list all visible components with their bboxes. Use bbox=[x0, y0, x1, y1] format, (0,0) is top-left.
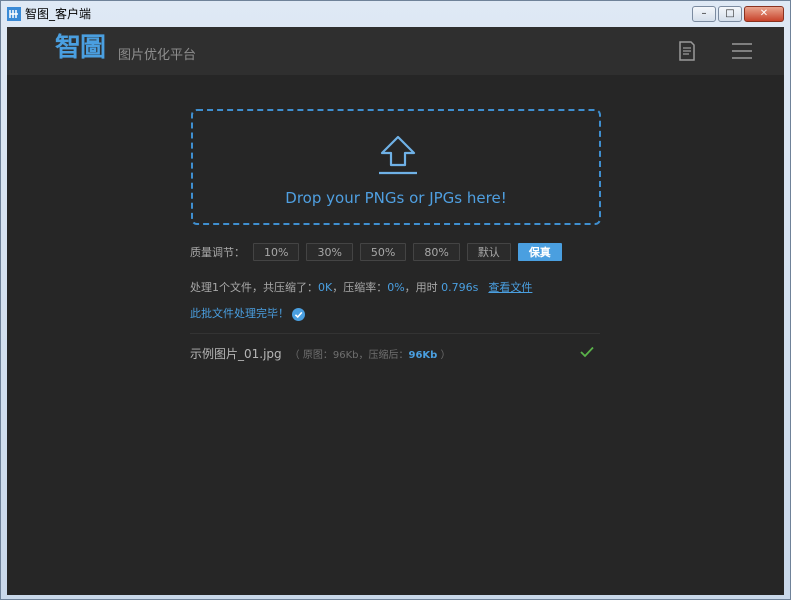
app-logo: 智圖 bbox=[55, 33, 106, 63]
batch-complete-text: 此批文件处理完毕！ bbox=[190, 307, 289, 320]
file-meta-mid: ，压缩后： bbox=[358, 349, 409, 361]
file-meta: （ 原图：96Kb，压缩后：96Kb ） bbox=[290, 346, 451, 361]
quality-80-button[interactable]: 80% bbox=[413, 243, 460, 261]
file-row: 示例图片_01.jpg （ 原图：96Kb，压缩后：96Kb ） bbox=[190, 343, 600, 363]
quality-lossless-button[interactable]: 保真 bbox=[517, 243, 562, 261]
file-name: 示例图片_01.jpg bbox=[190, 346, 282, 361]
file-original-size: 96Kb bbox=[332, 349, 359, 361]
drop-zone-text: Drop your PNGs or JPGs here! bbox=[285, 189, 507, 207]
title-bar[interactable]: 智图_客户端 – □ ✕ bbox=[1, 1, 790, 27]
stats-time-label: ，用时 bbox=[404, 281, 438, 294]
stats-ratio-label: ，压缩率： bbox=[332, 281, 388, 294]
top-bar: 智圖 图片优化平台 bbox=[7, 27, 784, 75]
minimize-button[interactable]: – bbox=[692, 6, 716, 22]
file-meta-close: ） bbox=[437, 349, 451, 361]
compression-stats: 处理1个文件，共压缩了：0K，压缩率：0%，用时 0.796s 查看文件 bbox=[190, 281, 532, 295]
view-files-link[interactable]: 查看文件 bbox=[488, 281, 532, 294]
checkmark-icon bbox=[580, 346, 594, 358]
quality-10-button[interactable]: 10% bbox=[253, 243, 300, 261]
batch-complete-message: 此批文件处理完毕！ bbox=[190, 306, 305, 322]
drop-zone[interactable]: Drop your PNGs or JPGs here! bbox=[191, 109, 601, 225]
app-client-area: 智圖 图片优化平台 Drop your PNGs or JPGs here! 质… bbox=[7, 27, 784, 595]
maximize-button[interactable]: □ bbox=[718, 6, 742, 22]
stats-prefix: 处理1个文件，共压缩了： bbox=[190, 281, 318, 294]
close-button[interactable]: ✕ bbox=[744, 6, 784, 22]
app-window: 智图_客户端 – □ ✕ 智圖 图片优化平台 Drop your PNGs or… bbox=[0, 0, 791, 600]
menu-icon[interactable] bbox=[731, 42, 753, 60]
app-subtitle: 图片优化平台 bbox=[118, 48, 197, 63]
upload-icon bbox=[379, 135, 417, 175]
quality-30-button[interactable]: 30% bbox=[306, 243, 353, 261]
quality-controls: 质量调节： 10% 30% 50% 80% 默认 保真 bbox=[190, 243, 569, 261]
window-title: 智图_客户端 bbox=[25, 7, 92, 21]
document-icon[interactable] bbox=[677, 40, 697, 62]
stats-ratio: 0% bbox=[387, 281, 405, 294]
quality-default-button[interactable]: 默认 bbox=[466, 243, 511, 261]
divider bbox=[190, 333, 600, 334]
quality-label: 质量调节： bbox=[190, 246, 245, 259]
file-meta-open: （ 原图： bbox=[289, 349, 333, 361]
file-compressed-size: 96Kb bbox=[408, 349, 438, 361]
stats-time: 0.796s bbox=[441, 281, 479, 294]
quality-50-button[interactable]: 50% bbox=[359, 243, 407, 261]
app-icon bbox=[7, 7, 21, 21]
stats-compressed-size: 0K bbox=[318, 281, 333, 294]
window-controls: – □ ✕ bbox=[692, 6, 784, 22]
check-circle-icon bbox=[292, 307, 305, 321]
